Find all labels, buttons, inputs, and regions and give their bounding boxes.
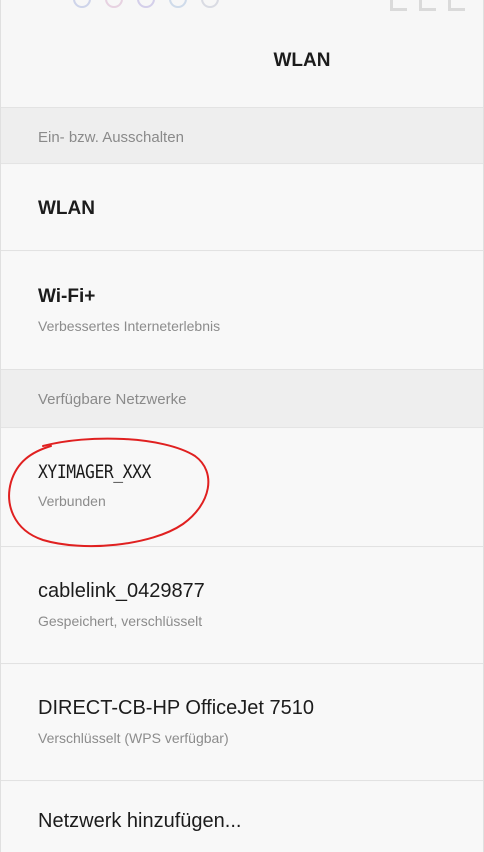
notification-icon: [169, 0, 187, 8]
add-network-button[interactable]: Netzwerk hinzufügen...: [1, 782, 483, 852]
network-name: XYIMAGER_XXX: [38, 461, 151, 483]
section-header-available-networks: Verfügbare Netzwerke: [1, 370, 483, 428]
signal-icon: [390, 0, 407, 11]
notification-icons: [73, 0, 219, 8]
wifi-plus-subtitle: Verbessertes Interneterlebnis: [38, 318, 221, 334]
notification-icon: [73, 0, 91, 8]
network-item[interactable]: DIRECT-CB-HP OfficeJet 7510 Verschlüssel…: [1, 665, 483, 781]
wlan-toggle-row[interactable]: WLAN: [1, 165, 483, 251]
wlan-toggle-label: WLAN: [38, 198, 95, 219]
battery-icon: [448, 0, 465, 11]
notification-icon: [201, 0, 219, 8]
network-item-connected[interactable]: XYIMAGER_XXX Verbunden: [1, 429, 483, 547]
app-header: WLAN: [1, 16, 483, 108]
wifi-plus-title: Wi-Fi+: [38, 286, 96, 307]
system-status-icons: [390, 0, 465, 11]
network-item[interactable]: cablelink_0429877 Gespeichert, verschlüs…: [1, 548, 483, 664]
section-header-toggle: Ein- bzw. Ausschalten: [1, 108, 483, 164]
wifi-plus-row[interactable]: Wi-Fi+ Verbessertes Interneterlebnis: [1, 252, 483, 370]
network-status: Verschlüsselt (WPS verfügbar): [38, 730, 229, 746]
wlan-settings-screen: WLAN Ein- bzw. Ausschalten WLAN Wi-Fi+ V…: [0, 0, 484, 852]
wifi-status-icon: [419, 0, 436, 11]
network-name: cablelink_0429877: [38, 580, 205, 602]
add-network-label: Netzwerk hinzufügen...: [38, 810, 242, 832]
network-name: DIRECT-CB-HP OfficeJet 7510: [38, 697, 315, 719]
status-bar: [1, 0, 483, 16]
notification-icon: [137, 0, 155, 8]
network-status: Verbunden: [38, 493, 106, 509]
network-status: Gespeichert, verschlüsselt: [38, 613, 203, 629]
page-title: WLAN: [273, 50, 331, 71]
notification-icon: [105, 0, 123, 8]
